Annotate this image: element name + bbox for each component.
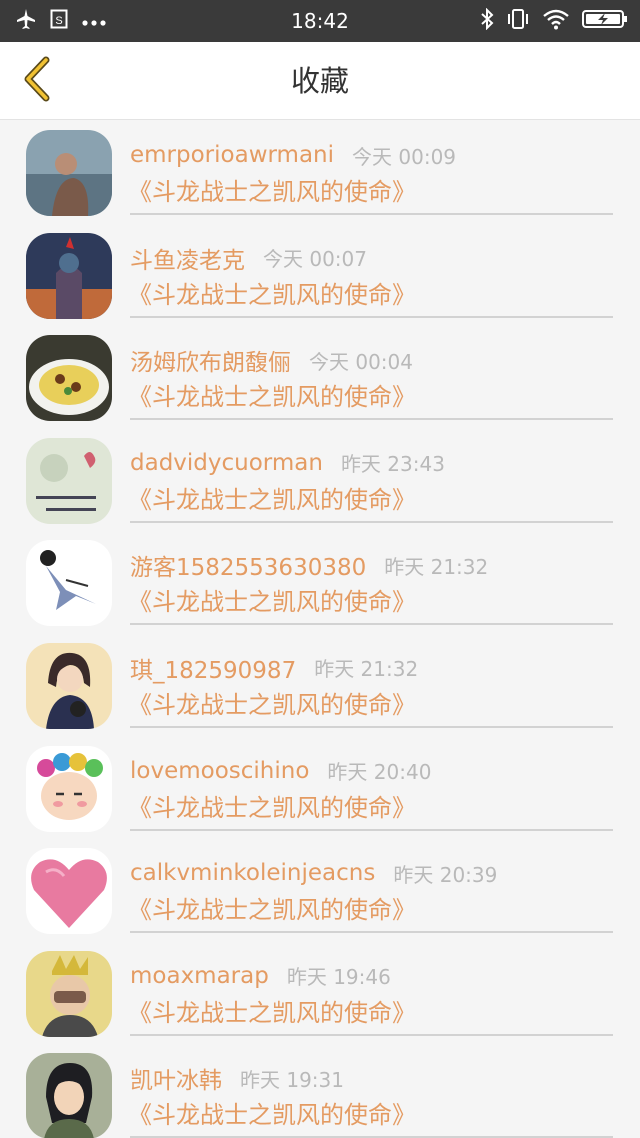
username[interactable]: 游客1582553630380: [130, 548, 366, 582]
battery-charging-icon: [582, 8, 628, 34]
list-item[interactable]: 凯叶冰韩 昨天 19:31 《斗龙战士之凯风的使命》: [0, 1044, 640, 1138]
timestamp: 今天 00:04: [309, 349, 413, 374]
list-item[interactable]: 斗鱼凌老克 今天 00:07 《斗龙战士之凯风的使命》: [0, 224, 640, 327]
username[interactable]: dadvidycuorman: [130, 450, 323, 476]
avatar: [26, 950, 112, 1037]
timestamp: 昨天 19:31: [240, 1067, 344, 1092]
bluetooth-icon: [480, 7, 494, 34]
timestamp: 今天 00:07: [263, 247, 367, 272]
avatar: [26, 437, 112, 524]
avatar: [26, 642, 112, 729]
avatar: [26, 335, 112, 422]
list-item[interactable]: emrporioawrmani 今天 00:09 《斗龙战士之凯风的使命》: [0, 121, 640, 224]
divider: [130, 520, 613, 523]
favorite-title[interactable]: 《斗龙战士之凯风的使命》: [128, 997, 416, 1029]
list-item[interactable]: dadvidycuorman 昨天 23:43 《斗龙战士之凯风的使命》: [0, 429, 640, 532]
favorite-title[interactable]: 《斗龙战士之凯风的使命》: [128, 689, 416, 721]
list-item[interactable]: 游客1582553630380 昨天 21:32 《斗龙战士之凯风的使命》: [0, 531, 640, 634]
vibrate-icon: [506, 8, 530, 34]
username[interactable]: 汤姆欣布朗馥俪: [130, 343, 291, 377]
wifi-icon: [542, 8, 570, 34]
avatar: [26, 232, 112, 319]
avatar: [26, 1053, 112, 1138]
list-item[interactable]: 琪_182590987 昨天 21:32 《斗龙战士之凯风的使命》: [0, 634, 640, 737]
favorite-title[interactable]: 《斗龙战士之凯风的使命》: [128, 586, 416, 618]
username[interactable]: moaxmarap: [130, 963, 269, 989]
username[interactable]: calkvminkoleinjeacns: [130, 860, 375, 886]
favorite-title[interactable]: 《斗龙战士之凯风的使命》: [128, 1099, 416, 1131]
timestamp: 昨天 19:46: [286, 965, 391, 990]
divider: [130, 725, 613, 728]
divider: [130, 418, 613, 421]
username[interactable]: emrporioawrmani: [130, 142, 334, 168]
avatar: [26, 130, 112, 216]
divider: [130, 931, 613, 934]
timestamp: 昨天 21:32: [314, 657, 419, 682]
favorite-title[interactable]: 《斗龙战士之凯风的使命》: [128, 484, 416, 516]
favorite-title[interactable]: 《斗龙战士之凯风的使命》: [128, 381, 416, 413]
timestamp: 今天 00:09: [352, 144, 457, 169]
avatar: [26, 848, 112, 935]
username[interactable]: lovemooscihino: [130, 758, 309, 784]
divider: [130, 315, 613, 318]
favorite-title[interactable]: 《斗龙战士之凯风的使命》: [128, 792, 416, 824]
list-item[interactable]: calkvminkoleinjeacns 昨天 20:39 《斗龙战士之凯风的使…: [0, 839, 640, 942]
list-item[interactable]: moaxmarap 昨天 19:46 《斗龙战士之凯风的使命》: [0, 942, 640, 1045]
timestamp: 昨天 20:40: [327, 760, 432, 785]
avatar: [26, 540, 112, 627]
divider: [130, 623, 613, 626]
header: 收藏: [0, 42, 640, 120]
favorite-title[interactable]: 《斗龙战士之凯风的使命》: [128, 279, 416, 311]
favorites-list: emrporioawrmani 今天 00:09 《斗龙战士之凯风的使命》 斗鱼…: [0, 121, 640, 1138]
timestamp: 昨天 20:39: [393, 862, 498, 887]
page-title: 收藏: [290, 64, 349, 98]
timestamp: 昨天 23:43: [340, 452, 445, 477]
timestamp: 昨天 21:32: [384, 554, 489, 579]
list-item[interactable]: lovemooscihino 昨天 20:40 《斗龙战士之凯风的使命》: [0, 737, 640, 840]
username[interactable]: 凯叶冰韩: [130, 1061, 222, 1095]
divider: [130, 828, 613, 831]
divider: [130, 1033, 613, 1036]
list-item[interactable]: 汤姆欣布朗馥俪 今天 00:04 《斗龙战士之凯风的使命》: [0, 326, 640, 429]
divider: [130, 213, 613, 215]
username[interactable]: 琪_182590987: [130, 651, 296, 685]
status-bar: S 18:42: [0, 0, 640, 42]
status-right-icons: [480, 7, 628, 34]
favorite-title[interactable]: 《斗龙战士之凯风的使命》: [128, 176, 416, 208]
avatar: [26, 745, 112, 832]
favorite-title[interactable]: 《斗龙战士之凯风的使命》: [128, 894, 416, 926]
username[interactable]: 斗鱼凌老克: [130, 241, 245, 275]
